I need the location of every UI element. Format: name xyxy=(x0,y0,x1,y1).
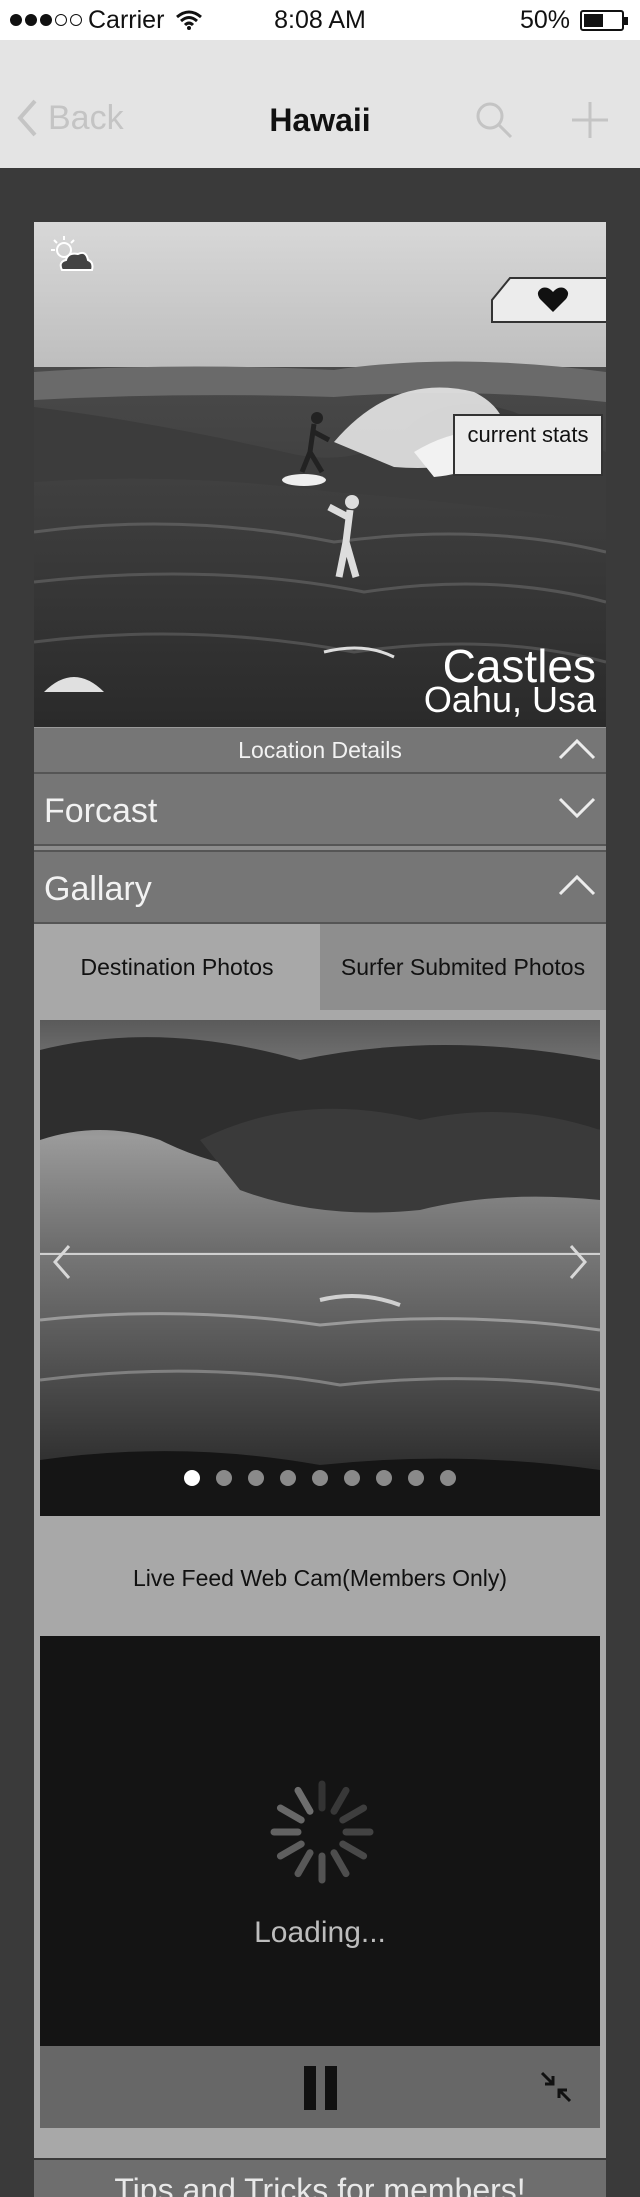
hero-image: current stats Castles Oahu, Usa xyxy=(34,222,606,727)
photo-carousel[interactable] xyxy=(40,1020,600,1516)
battery-icon xyxy=(580,10,628,31)
forecast-label: Forcast xyxy=(44,792,158,830)
carousel-dot[interactable] xyxy=(184,1470,200,1486)
spot-region: Oahu, Usa xyxy=(423,679,596,720)
carousel-dot[interactable] xyxy=(216,1470,232,1486)
webcam-footer xyxy=(34,2128,606,2158)
status-bar: Carrier 8:08 AM 50% xyxy=(0,0,640,40)
current-stats-button[interactable]: current stats xyxy=(453,414,603,476)
gallery-tabs: Destination Photos Surfer Submited Photo… xyxy=(34,924,606,1010)
shrink-icon[interactable] xyxy=(540,2071,572,2103)
navigation-bar: Back Hawaii xyxy=(0,40,640,168)
tab-destination-photos[interactable]: Destination Photos xyxy=(34,924,320,1010)
carousel-page-indicator xyxy=(40,1470,600,1486)
pause-icon[interactable] xyxy=(304,2066,337,2110)
gallery-label: Gallary xyxy=(44,870,152,908)
partly-cloudy-icon xyxy=(51,236,94,271)
content-column: current stats Castles Oahu, Usa Location… xyxy=(34,222,606,2197)
chevron-right-icon[interactable] xyxy=(568,1244,588,1280)
carousel-dot[interactable] xyxy=(440,1470,456,1486)
carousel-dot[interactable] xyxy=(248,1470,264,1486)
carousel-dot[interactable] xyxy=(312,1470,328,1486)
carousel-dot[interactable] xyxy=(280,1470,296,1486)
webcam-panel: Loading... xyxy=(34,1636,606,2128)
carousel-dot[interactable] xyxy=(408,1470,424,1486)
loading-text: Loading... xyxy=(254,1916,386,1949)
page-title: Hawaii xyxy=(269,102,371,138)
webcam-controls xyxy=(40,2046,600,2128)
search-icon[interactable] xyxy=(474,100,514,140)
webcam-title: Live Feed Web Cam(Members Only) xyxy=(34,1516,606,1636)
heart-icon[interactable] xyxy=(490,276,606,324)
ocean-photo xyxy=(40,1020,600,1516)
chevron-up-icon xyxy=(558,874,596,896)
tips-header[interactable]: Tips and Tricks for members! xyxy=(34,2160,606,2197)
chevron-down-icon xyxy=(558,797,596,818)
forecast-header[interactable]: Forcast xyxy=(34,772,606,846)
carousel-dot[interactable] xyxy=(344,1470,360,1486)
carousel-dot[interactable] xyxy=(376,1470,392,1486)
chevron-left-icon[interactable] xyxy=(52,1244,72,1280)
loading-spinner-icon xyxy=(270,1780,374,1884)
battery-percentage: 50% xyxy=(519,6,570,34)
chevron-up-icon xyxy=(558,738,596,760)
gallery-header[interactable]: Gallary xyxy=(34,850,606,924)
plus-icon[interactable] xyxy=(570,100,610,140)
location-details-label: Location Details xyxy=(238,737,402,763)
tab-surfer-submitted-photos[interactable]: Surfer Submited Photos xyxy=(320,924,606,1010)
webcam-player[interactable]: Loading... xyxy=(40,1636,600,2046)
location-details-header[interactable]: Location Details xyxy=(34,727,606,772)
gallery-panel xyxy=(34,1010,606,1516)
